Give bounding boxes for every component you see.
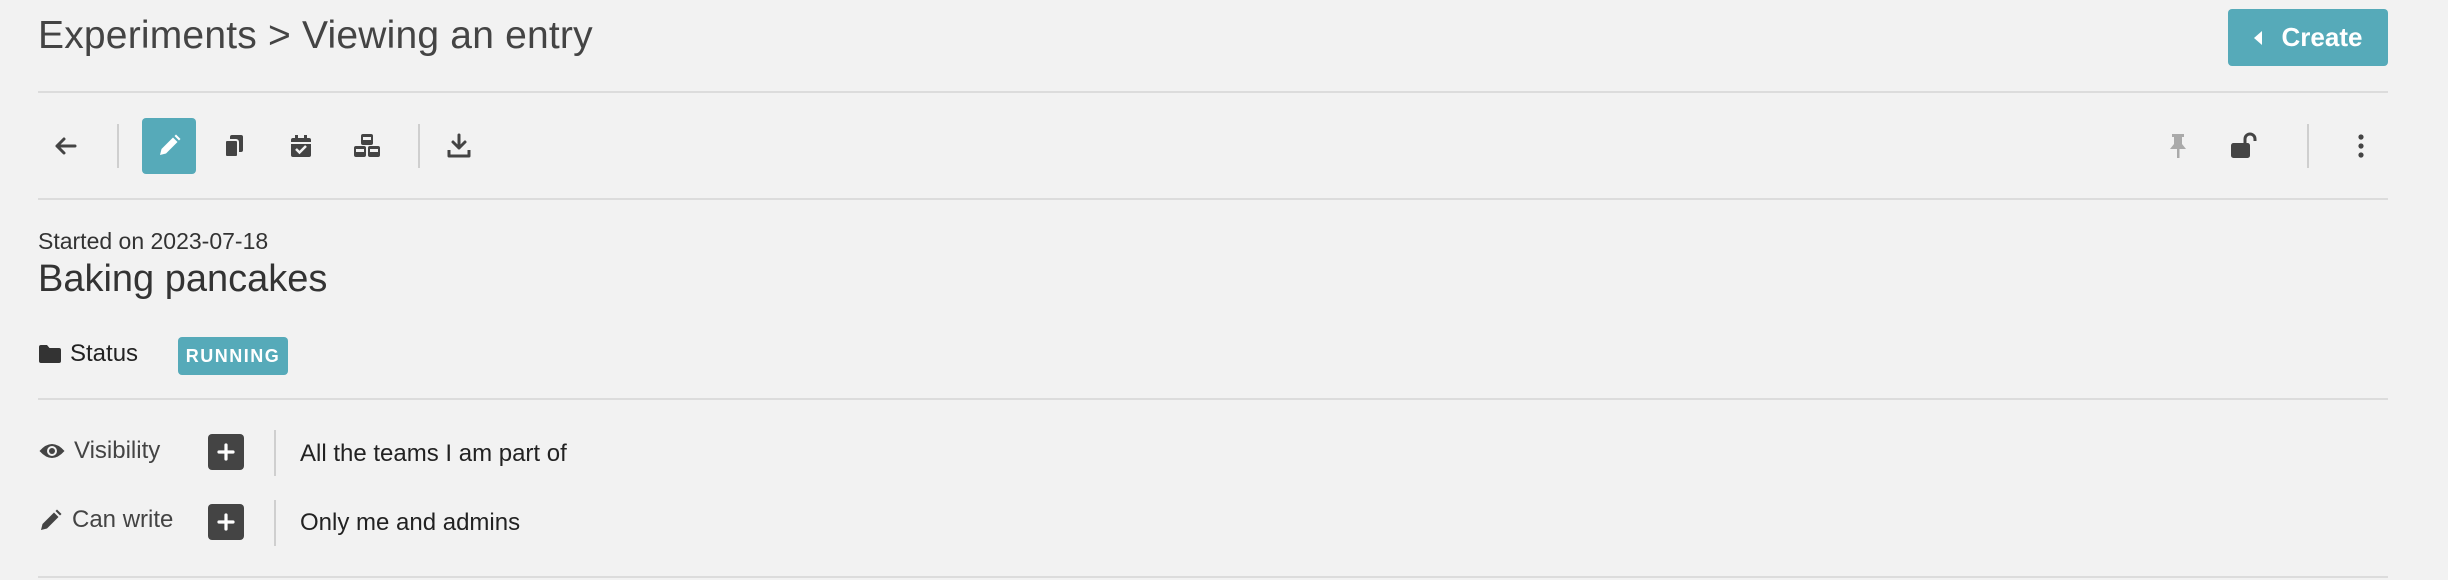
permission-separator bbox=[274, 430, 276, 476]
toolbar-separator bbox=[2307, 124, 2309, 168]
toolbar-separator bbox=[418, 124, 420, 168]
status-row: Status bbox=[38, 340, 138, 368]
canwrite-label-group: Can write bbox=[38, 506, 173, 534]
started-date: Started on 2023-07-18 bbox=[38, 228, 269, 254]
status-label: Status bbox=[70, 340, 139, 367]
page-title: Experiments > Viewing an entry bbox=[38, 14, 593, 57]
caret-left-icon bbox=[2253, 30, 2262, 45]
download-icon bbox=[447, 133, 471, 158]
header-divider bbox=[38, 91, 2388, 93]
duplicate-button[interactable] bbox=[208, 118, 262, 174]
canwrite-value: Only me and admins bbox=[300, 509, 521, 536]
canwrite-label: Can write bbox=[72, 506, 174, 533]
plus-icon bbox=[217, 443, 235, 461]
folder-icon bbox=[39, 345, 61, 363]
visibility-value: All the teams I am part of bbox=[300, 440, 567, 467]
pin-icon bbox=[2170, 134, 2186, 158]
cubes-icon bbox=[354, 134, 380, 157]
toolbar-divider bbox=[38, 198, 2388, 200]
export-button[interactable] bbox=[432, 118, 486, 174]
kebab-menu-icon bbox=[2358, 134, 2364, 158]
visibility-label: Visibility bbox=[74, 437, 161, 464]
unlock-icon bbox=[2231, 132, 2257, 158]
edit-canwrite-button[interactable] bbox=[208, 504, 244, 540]
link-resources-button[interactable] bbox=[340, 118, 394, 174]
duplicate-icon bbox=[224, 135, 243, 158]
lock-toggle-button[interactable] bbox=[2216, 118, 2270, 174]
status-badge[interactable]: RUNNING bbox=[178, 337, 288, 375]
pin-button[interactable] bbox=[2151, 118, 2205, 174]
entry-title: Baking pancakes bbox=[38, 258, 328, 300]
back-arrow-icon bbox=[55, 137, 77, 155]
visibility-label-group: Visibility bbox=[38, 437, 160, 465]
schedule-button[interactable] bbox=[274, 118, 328, 174]
calendar-check-icon bbox=[291, 135, 311, 157]
back-button[interactable] bbox=[38, 118, 92, 174]
create-button[interactable]: Create bbox=[2228, 9, 2388, 66]
edit-button[interactable] bbox=[142, 118, 196, 174]
eye-icon bbox=[39, 444, 65, 458]
edit-icon bbox=[160, 134, 181, 155]
toolbar-separator bbox=[117, 124, 119, 168]
permission-separator bbox=[274, 500, 276, 546]
edit-visibility-button[interactable] bbox=[208, 434, 244, 470]
pencil-icon bbox=[41, 509, 62, 530]
plus-icon bbox=[217, 513, 235, 531]
info-divider bbox=[38, 398, 2388, 400]
create-button-label: Create bbox=[2281, 22, 2363, 52]
permissions-divider bbox=[38, 576, 2388, 578]
more-actions-button[interactable] bbox=[2334, 118, 2388, 174]
